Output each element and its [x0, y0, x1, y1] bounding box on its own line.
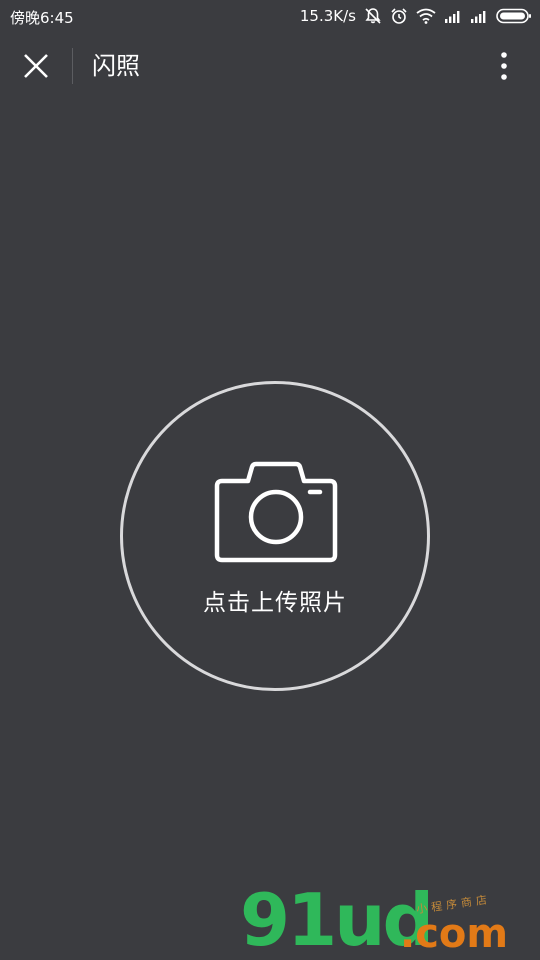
upload-photo-button[interactable]: 点击上传照片: [120, 381, 430, 691]
signal-icon-1: [445, 11, 460, 23]
more-vertical-icon: [501, 52, 507, 80]
close-button[interactable]: [14, 44, 58, 88]
title-divider: [72, 48, 73, 84]
title-bar: 闪照: [0, 32, 540, 100]
more-options-button[interactable]: [486, 46, 522, 86]
alarm-icon: [391, 8, 407, 24]
network-speed: 15.3K/s: [299, 7, 356, 25]
flash-photo-screen: 傍晚6:45 15.3K/s 闪照 点击上传照片 91ud 小程序商店 .com: [0, 0, 540, 960]
mute-notification-icon: [365, 8, 381, 24]
watermark-domain-suffix: .com: [400, 911, 509, 957]
battery-icon: [496, 8, 531, 24]
wifi-icon: [416, 8, 436, 24]
page-title: 闪照: [92, 52, 140, 80]
camera-icon: [214, 461, 338, 563]
upload-label: 点击上传照片: [203, 590, 347, 616]
status-indicators: 15.3K/s: [300, 5, 532, 27]
watermark-logo: 91ud 小程序商店 .com: [240, 880, 540, 960]
close-icon: [24, 54, 48, 78]
status-time: 傍晚6:45: [10, 9, 74, 27]
signal-icon-2: [471, 11, 486, 23]
status-bar: 傍晚6:45 15.3K/s: [0, 0, 540, 32]
